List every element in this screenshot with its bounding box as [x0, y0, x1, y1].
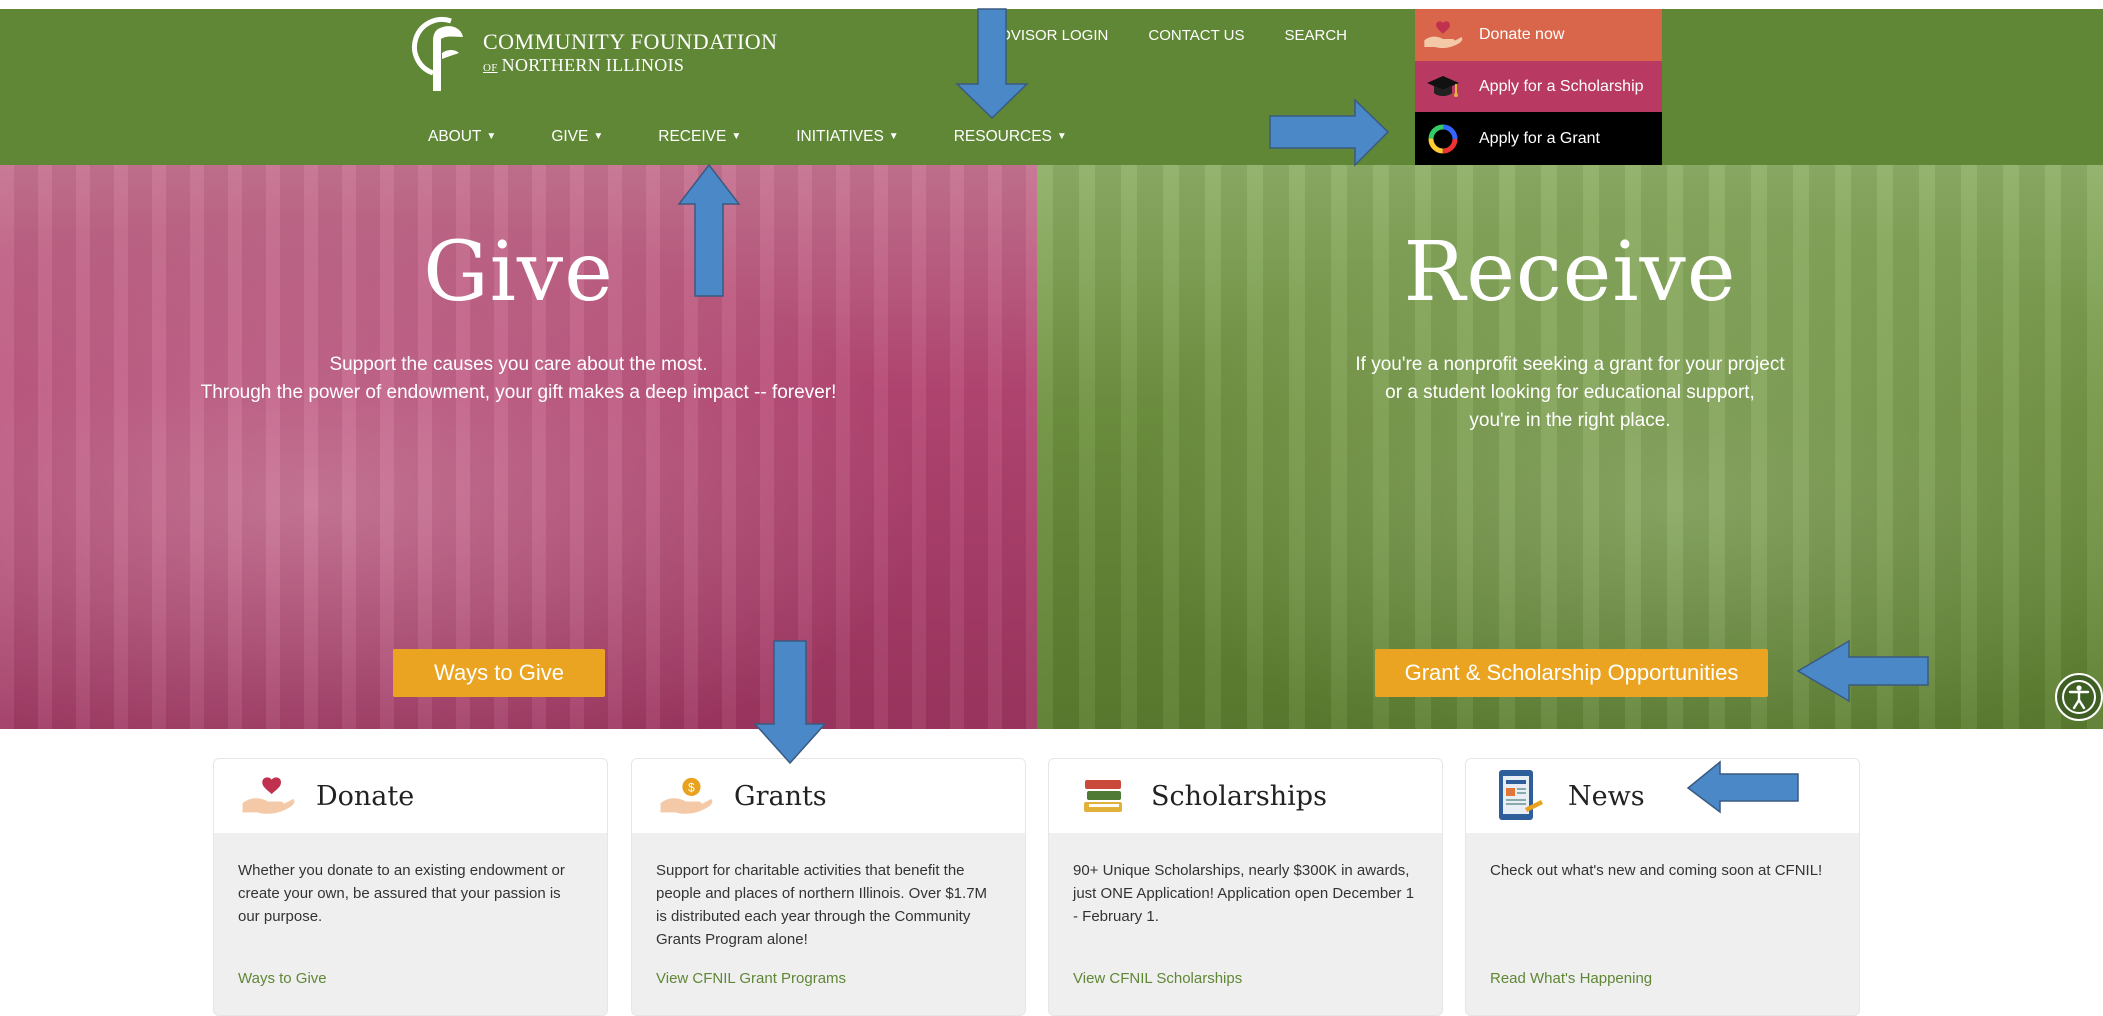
nav-resources[interactable]: RESOURCES ▼ — [954, 128, 1067, 146]
apply-scholarship-button[interactable]: Apply for a Scholarship — [1415, 61, 1662, 112]
scholarships-card-title: Scholarships — [1151, 780, 1327, 812]
news-card-title: News — [1568, 780, 1645, 812]
contact-us-link[interactable]: CONTACT US — [1148, 27, 1244, 44]
scholarships-card-link[interactable]: View CFNIL Scholarships — [1073, 970, 1242, 987]
receive-line-2: or a student looking for educational sup… — [1385, 382, 1755, 403]
advisor-login-link[interactable]: DVISOR LOGIN — [1000, 27, 1108, 44]
nav-give[interactable]: GIVE ▼ — [551, 128, 603, 146]
search-link[interactable]: SEARCH — [1284, 27, 1347, 44]
caret-down-icon: ▼ — [486, 131, 497, 142]
accessibility-button[interactable] — [2055, 673, 2103, 721]
nav-about-label: ABOUT — [428, 128, 482, 145]
nav-resources-label: RESOURCES — [953, 128, 1052, 145]
logo-line-2-prefix: OF — [483, 61, 498, 74]
nav-initiatives[interactable]: INITIATIVES ▼ — [796, 128, 898, 146]
news-card-text: Check out what's new and coming soon at … — [1490, 862, 1823, 879]
graduation-cap-icon — [1423, 67, 1463, 107]
hero-section: Give Support the causes you care about t… — [0, 165, 2103, 729]
donate-card-title: Donate — [316, 780, 415, 812]
coin-hand-icon: $ — [656, 766, 716, 826]
nav-give-label: GIVE — [551, 128, 589, 145]
apply-grant-label: Apply for a Grant — [1479, 129, 1600, 147]
nav-receive-label: RECEIVE — [658, 128, 727, 145]
top-strip — [0, 0, 2103, 9]
nav-about[interactable]: ABOUT ▼ — [428, 128, 496, 146]
news-card-link[interactable]: Read What's Happening — [1490, 970, 1652, 987]
receive-line-1: If you're a nonprofit seeking a grant fo… — [1355, 354, 1785, 375]
grant-scholarship-opportunities-button[interactable]: Grant & Scholarship Opportunities — [1375, 649, 1768, 697]
caret-down-icon: ▼ — [731, 131, 742, 142]
scholarships-card-text: 90+ Unique Scholarships, nearly $300K in… — [1073, 862, 1415, 925]
logo-line-1: COMMUNITY FOUNDATION — [483, 28, 778, 54]
grants-card-title: Grants — [734, 780, 827, 812]
give-heading: Give — [423, 225, 614, 320]
caret-down-icon: ▼ — [593, 131, 604, 142]
utility-nav: DVISOR LOGIN CONTACT US SEARCH — [1000, 27, 1387, 44]
caret-down-icon: ▼ — [888, 131, 899, 142]
give-line-2: Through the power of endowment, your gif… — [200, 382, 837, 403]
color-ring-icon — [1423, 119, 1463, 159]
grants-card-link[interactable]: View CFNIL Grant Programs — [656, 970, 846, 987]
main-nav: ABOUT ▼ GIVE ▼ RECEIVE ▼ INITIATIVES ▼ RESOU… — [428, 128, 1122, 146]
news-card: News Check out what's new and coming soo… — [1465, 758, 1860, 1016]
scholarships-card: Scholarships 90+ Unique Scholarships, ne… — [1048, 758, 1443, 1016]
grants-card: $ Grants Support for charitable activiti… — [631, 758, 1026, 1016]
caret-down-icon: ▼ — [1056, 131, 1067, 142]
heart-hand-icon — [238, 766, 298, 826]
donate-card-link[interactable]: Ways to Give — [238, 970, 327, 987]
give-line-1: Support the causes you care about the mo… — [329, 354, 708, 375]
nav-initiatives-label: INITIATIVES — [796, 128, 884, 145]
logo-line-2: NORTHERN ILLINOIS — [501, 54, 685, 75]
nav-receive[interactable]: RECEIVE ▼ — [658, 128, 741, 146]
svg-text:$: $ — [688, 780, 695, 794]
receive-line-3: you're in the right place. — [1469, 410, 1671, 431]
cta-stack: Donate now Apply for a Scholarship Apply… — [1415, 9, 1662, 165]
logo-mark-icon — [411, 16, 463, 91]
accessibility-icon — [2062, 680, 2096, 714]
receive-panel: Receive If you're a nonprofit seeking a … — [1037, 165, 2103, 729]
give-description: Support the causes you care about the mo… — [0, 351, 1037, 407]
receive-description: If you're a nonprofit seeking a grant fo… — [1037, 351, 2103, 435]
receive-heading: Receive — [1403, 225, 1737, 320]
site-logo[interactable]: COMMUNITY FOUNDATION OF NORTHERN ILLINOIS — [411, 15, 778, 93]
newspaper-icon — [1490, 766, 1550, 826]
give-panel: Give Support the causes you care about t… — [0, 165, 1037, 729]
donate-card-text: Whether you donate to an existing endowm… — [238, 862, 565, 925]
books-icon — [1073, 766, 1133, 826]
grants-card-text: Support for charitable activities that b… — [656, 862, 988, 948]
apply-scholarship-label: Apply for a Scholarship — [1479, 77, 1644, 95]
apply-grant-button[interactable]: Apply for a Grant — [1415, 112, 1662, 165]
ways-to-give-button[interactable]: Ways to Give — [393, 649, 605, 697]
donate-card: Donate Whether you donate to an existing… — [213, 758, 608, 1016]
donate-now-button[interactable]: Donate now — [1415, 9, 1662, 61]
heart-hand-icon — [1423, 15, 1463, 55]
donate-now-label: Donate now — [1479, 26, 1565, 43]
site-header: COMMUNITY FOUNDATION OF NORTHERN ILLINOIS… — [0, 9, 2103, 165]
